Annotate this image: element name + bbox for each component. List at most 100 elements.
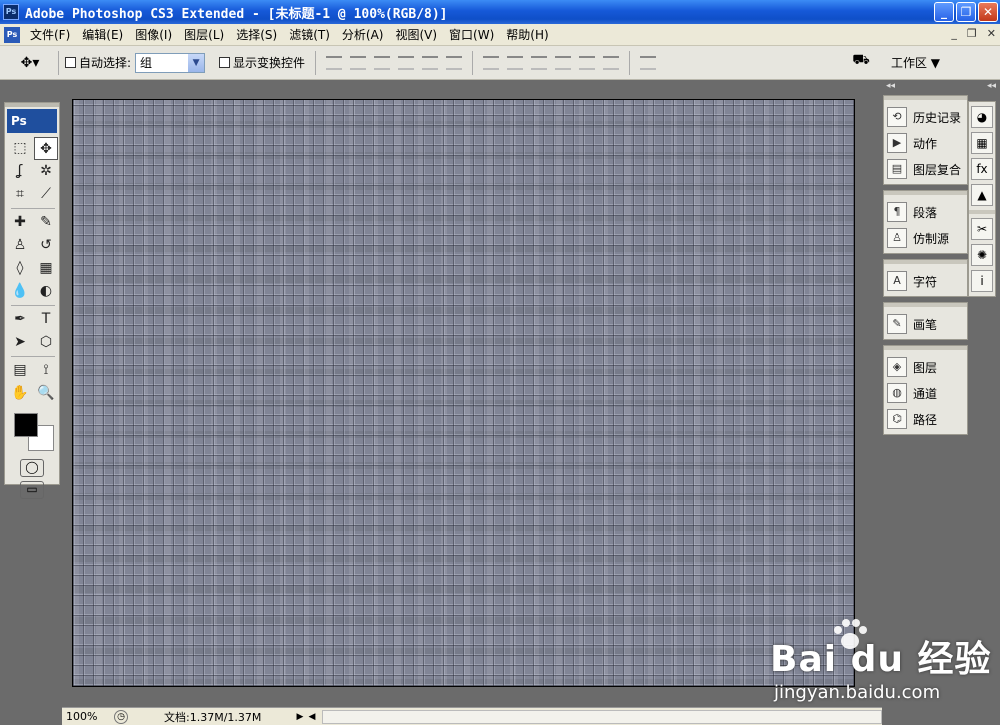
doc-close-button[interactable]: ✕: [987, 27, 996, 40]
photoshop-logo[interactable]: Ps: [7, 109, 57, 133]
marquee-tool[interactable]: ⬚: [8, 137, 32, 160]
collapse-panels-icon[interactable]: ◂◂: [886, 81, 895, 91]
panel-item[interactable]: ◍ 通道: [884, 380, 967, 406]
blur-tool[interactable]: 💧: [8, 280, 32, 303]
character-icon: A: [887, 271, 907, 291]
menu-view[interactable]: 视图(V): [389, 26, 443, 43]
align-top-icon[interactable]: [326, 55, 343, 70]
distribute-right-icon[interactable]: [603, 55, 620, 70]
quick-mask-button[interactable]: ◯: [20, 459, 44, 477]
foreground-color[interactable]: [14, 413, 38, 437]
panel-item[interactable]: ¶ 段落: [884, 199, 967, 225]
workspace-menu[interactable]: 工作区 ▼: [891, 54, 940, 71]
brush-tool[interactable]: ✎: [34, 211, 58, 234]
menu-image[interactable]: 图像(I): [129, 26, 178, 43]
menu-layer[interactable]: 图层(L): [178, 26, 230, 43]
panel-group-grip[interactable]: [884, 303, 967, 307]
navigator-icon[interactable]: ✺: [971, 244, 993, 266]
canvas-tile-texture[interactable]: [72, 99, 855, 687]
distribute-top-icon[interactable]: [483, 55, 500, 70]
scroll-left-icon[interactable]: ◀: [306, 710, 318, 724]
distribute-bottom-icon[interactable]: [531, 55, 548, 70]
color-icon[interactable]: ◕: [971, 106, 993, 128]
swatches-icon[interactable]: ▦: [971, 132, 993, 154]
align-bottom-icon[interactable]: [374, 55, 391, 70]
menu-select[interactable]: 选择(S): [230, 26, 283, 43]
info-icon[interactable]: i: [971, 270, 993, 292]
zoom-tool[interactable]: 🔍: [34, 382, 58, 405]
status-menu-arrow[interactable]: ▶: [294, 710, 306, 724]
minimize-button[interactable]: _: [934, 2, 954, 22]
lasso-tool[interactable]: ʆ: [8, 160, 32, 183]
status-info-icon[interactable]: ◷: [114, 709, 128, 724]
slice-tool[interactable]: ⟋: [34, 183, 58, 206]
align-left-icon[interactable]: [398, 55, 415, 70]
history-brush-tool[interactable]: ↺: [34, 234, 58, 257]
gradient-tool[interactable]: ▦: [34, 257, 58, 280]
panel-group-grip[interactable]: [884, 260, 967, 264]
menu-window[interactable]: 窗口(W): [443, 26, 500, 43]
align-hcenter-icon[interactable]: [422, 55, 439, 70]
panel-group-grip[interactable]: [884, 191, 967, 195]
menu-help[interactable]: 帮助(H): [500, 26, 554, 43]
photoshop-app-icon[interactable]: Ps: [3, 4, 19, 20]
maximize-button[interactable]: ❐: [956, 2, 976, 22]
pen-tool[interactable]: ✒: [8, 308, 32, 331]
eraser-tool[interactable]: ◊: [8, 257, 32, 280]
doc-restore-button[interactable]: ❐: [967, 27, 977, 40]
distribute-vcenter-icon[interactable]: [507, 55, 524, 70]
align-right-icon[interactable]: [446, 55, 463, 70]
menu-filter[interactable]: 滤镜(T): [283, 26, 336, 43]
styles-icon[interactable]: fx: [971, 158, 993, 180]
dodge-tool[interactable]: ◐: [34, 280, 58, 303]
auto-select-dropdown[interactable]: 组 ▼: [135, 52, 206, 73]
magic-wand-tool[interactable]: ✲: [34, 160, 58, 183]
show-transform-checkbox[interactable]: [219, 57, 231, 68]
panel-item[interactable]: ⌬ 路径: [884, 406, 967, 432]
panel-group-grip[interactable]: [884, 96, 967, 100]
auto-align-icon[interactable]: [640, 55, 657, 70]
tool-preset-picker[interactable]: ✥▾: [8, 50, 52, 76]
zoom-level[interactable]: 100%: [62, 710, 108, 723]
auto-select-checkbox[interactable]: [65, 57, 76, 68]
eyedropper-tool[interactable]: ⟟: [34, 359, 58, 382]
panel-dock-grip[interactable]: ◂◂ ◂◂: [882, 80, 1000, 94]
panel-group: A 字符: [883, 259, 968, 297]
doc-minimize-button[interactable]: _: [951, 27, 957, 40]
window-controls: _ ❐ ✕: [934, 2, 998, 22]
toolbox-separator: [11, 356, 55, 357]
distribute-left-icon[interactable]: [555, 55, 572, 70]
menu-file[interactable]: 文件(F): [24, 26, 76, 43]
healing-brush-tool[interactable]: ✚: [8, 211, 32, 234]
align-vcenter-icon[interactable]: [350, 55, 367, 70]
panel-label: 历史记录: [913, 110, 962, 125]
panel-item[interactable]: ▤ 图层复合: [884, 156, 967, 182]
type-tool[interactable]: T: [34, 308, 58, 331]
menu-edit[interactable]: 编辑(E): [76, 26, 129, 43]
hand-tool[interactable]: ✋: [8, 382, 32, 405]
panel-item[interactable]: ▶ 动作: [884, 130, 967, 156]
histogram-icon[interactable]: ▲: [971, 184, 993, 206]
toolbox-grip[interactable]: [5, 103, 59, 107]
bridge-icon[interactable]: ⛟: [850, 52, 872, 72]
panel-item[interactable]: ◈ 图层: [884, 354, 967, 380]
shape-tool[interactable]: ⬡: [34, 331, 58, 354]
tool-presets-icon[interactable]: ✂: [971, 218, 993, 240]
move-tool[interactable]: ✥: [34, 137, 58, 160]
screen-mode-button[interactable]: ▭: [20, 481, 44, 499]
panel-item[interactable]: A 字符: [884, 268, 967, 294]
panel-item[interactable]: ♙ 仿制源: [884, 225, 967, 251]
distribute-hcenter-icon[interactable]: [579, 55, 596, 70]
notes-tool[interactable]: ▤: [8, 359, 32, 382]
panel-group-grip[interactable]: [884, 346, 967, 350]
path-selection-tool[interactable]: ➤: [8, 331, 32, 354]
document-icon[interactable]: Ps: [4, 26, 20, 43]
clone-stamp-tool[interactable]: ♙: [8, 234, 32, 257]
expand-panels-icon[interactable]: ◂◂: [987, 81, 996, 91]
menu-analysis[interactable]: 分析(A): [336, 26, 390, 43]
close-button[interactable]: ✕: [978, 2, 998, 22]
panel-item[interactable]: ✎ 画笔: [884, 311, 967, 337]
crop-tool[interactable]: ⌗: [8, 183, 32, 206]
horizontal-scrollbar[interactable]: [322, 709, 882, 724]
panel-item[interactable]: ⟲ 历史记录: [884, 104, 967, 130]
